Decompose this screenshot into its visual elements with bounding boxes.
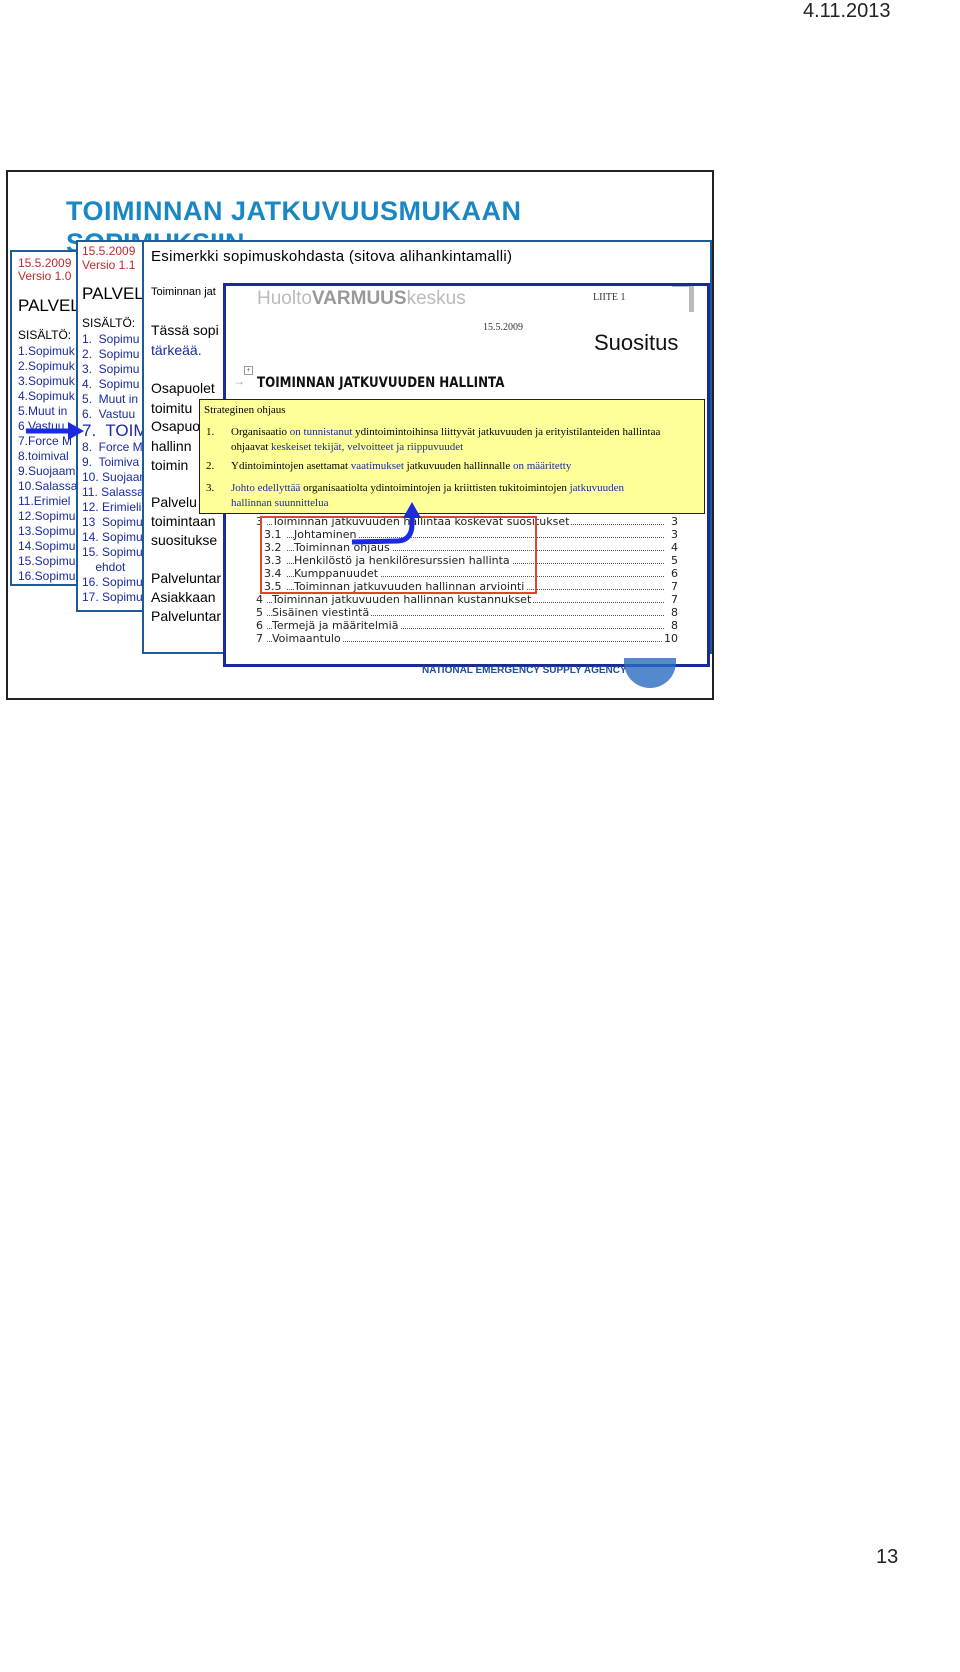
- page-number: 13: [876, 1546, 899, 1568]
- arrows-overlay: [26, 422, 421, 545]
- slide: TOIMINNAN JATKUVUUSMUKAAN SOPIMUKSIIN 15…: [6, 170, 714, 700]
- arrow-right-icon: [26, 422, 84, 440]
- header-date: 4.11.2013: [803, 0, 891, 22]
- curved-arrow-up-icon: [351, 502, 421, 545]
